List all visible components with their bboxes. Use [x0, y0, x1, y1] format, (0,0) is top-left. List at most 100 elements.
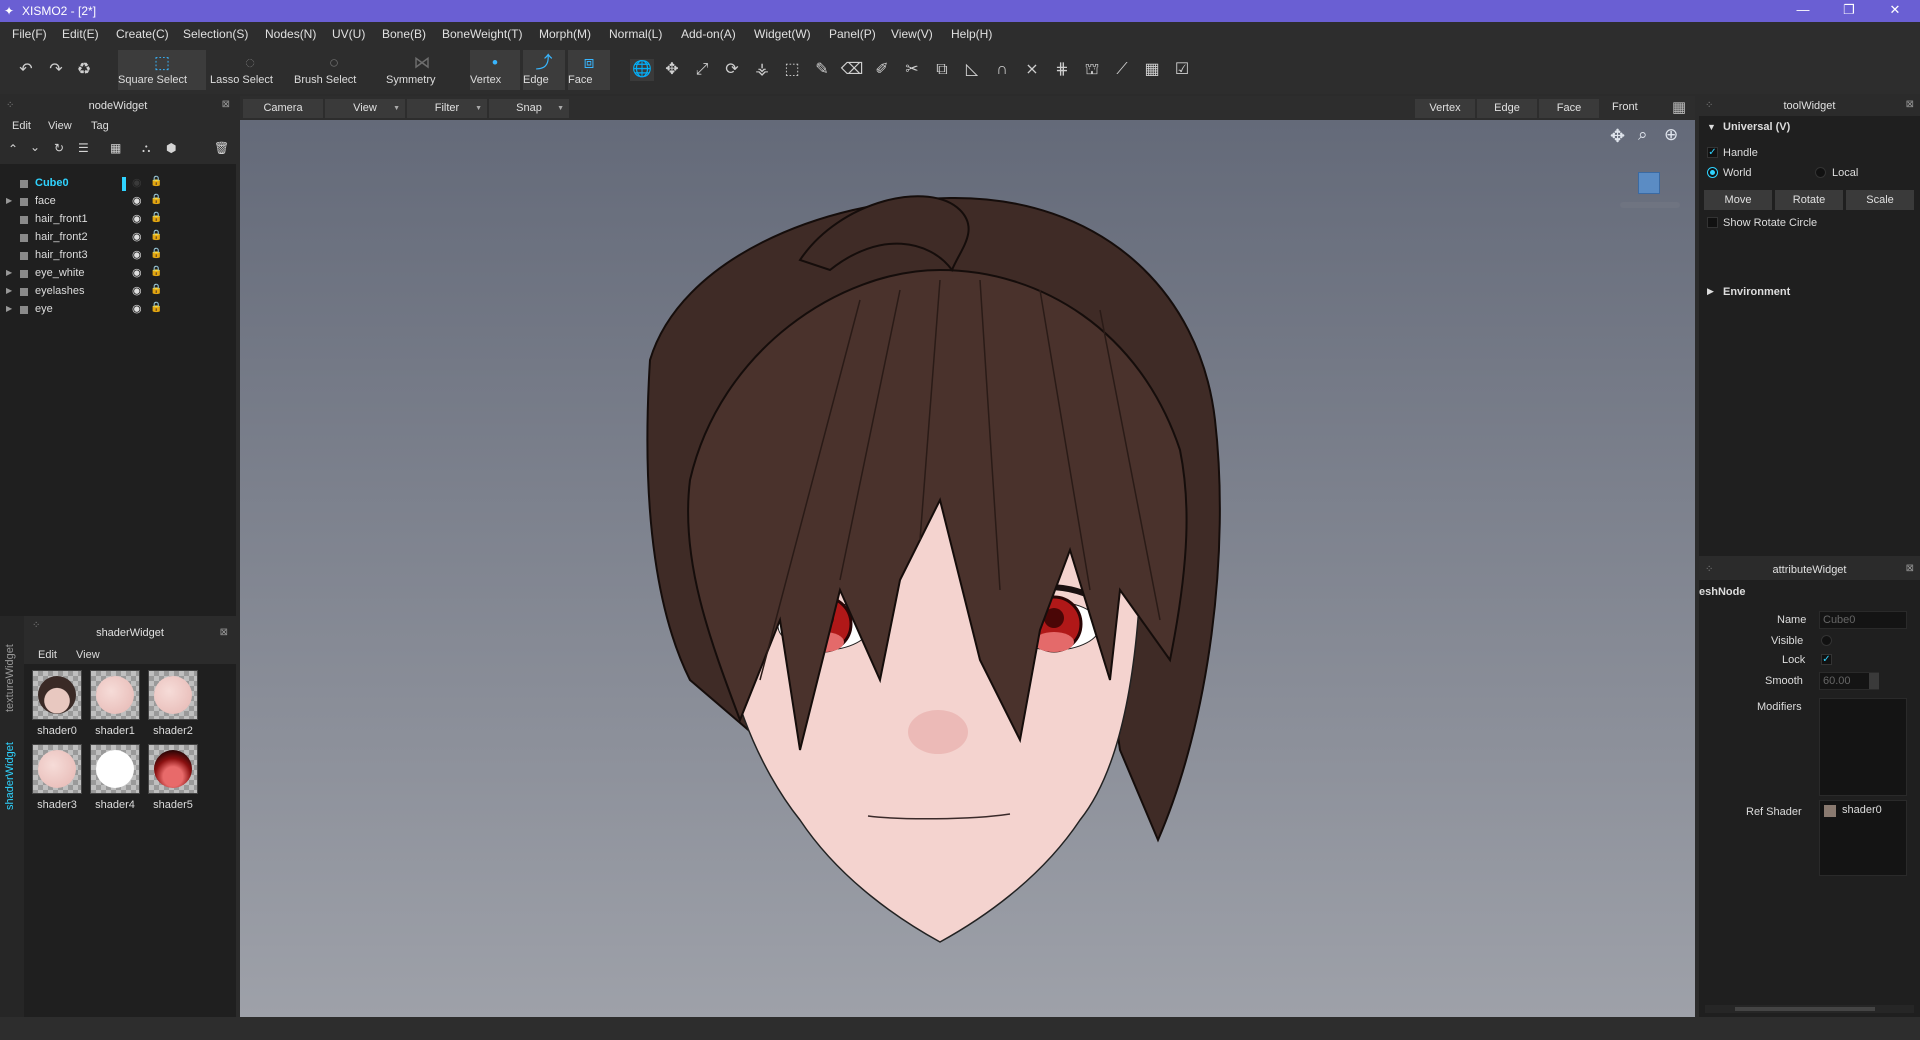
handle-checkbox[interactable]: ✓	[1707, 147, 1718, 158]
menu-selection[interactable]: Selection(S)	[183, 27, 248, 41]
vp-face-button[interactable]: Face	[1539, 99, 1599, 118]
visibility-eye-icon[interactable]: ◉	[132, 194, 142, 207]
menu-file[interactable]: File(F)	[12, 27, 47, 41]
marquee-icon[interactable]: ⬚	[780, 59, 804, 81]
trash-icon[interactable]: 🗑	[214, 141, 229, 155]
knife-cross-icon[interactable]: ✂	[900, 59, 924, 81]
snap-dropdown[interactable]: Snap ▼	[489, 99, 569, 118]
tree-row-eye-white[interactable]: ▶ eye_white ◉ 🔒	[0, 265, 232, 283]
expand-arrow-icon[interactable]: ▶	[6, 304, 12, 313]
horizontal-scrollbar[interactable]	[1705, 1005, 1914, 1013]
shader-menu-edit[interactable]: Edit	[38, 649, 57, 661]
tree-row-eye[interactable]: ▶ eye ◉ 🔒	[0, 301, 232, 319]
lock-icon[interactable]: 🔒	[150, 230, 162, 241]
loop-cut-icon[interactable]: ⋕	[1050, 59, 1074, 81]
expand-arrow-icon[interactable]: ▶	[1707, 286, 1714, 297]
refresh-icon[interactable]: ↻	[54, 141, 64, 155]
vp-edge-button[interactable]: Edge	[1477, 99, 1537, 118]
shader-item[interactable]: shader1	[88, 670, 142, 742]
shader-item[interactable]: shader3	[30, 744, 84, 816]
shader-menu-view[interactable]: View	[76, 649, 100, 661]
pivot-icon[interactable]: ⚶	[750, 59, 774, 81]
duplicate-icon[interactable]: ⧉	[930, 59, 954, 81]
name-field[interactable]: Cube0	[1819, 611, 1907, 629]
menu-addon[interactable]: Add-on(A)	[681, 27, 736, 41]
view-dropdown[interactable]: View ▼	[325, 99, 405, 118]
lock-icon[interactable]: 🔒	[150, 266, 162, 277]
maximize-button[interactable]: ❐	[1826, 0, 1872, 22]
rotate-button[interactable]: Rotate	[1775, 190, 1843, 210]
symmetry-button[interactable]: ⋈ Symmetry	[386, 50, 458, 90]
undo-icon[interactable]: ↶	[14, 59, 38, 81]
visibility-eye-icon[interactable]: ◉	[132, 212, 142, 225]
tree-row-eyelashes[interactable]: ▶ eyelashes ◉ 🔒	[0, 283, 232, 301]
brush-select-button[interactable]: ○ Brush Select	[294, 50, 374, 90]
right-splitter[interactable]	[1695, 96, 1699, 1017]
lock-icon[interactable]: 🔒	[150, 248, 162, 259]
edge-mode-button[interactable]: ⤴ Edge	[523, 50, 565, 90]
menu-help[interactable]: Help(H)	[951, 27, 992, 41]
bag-icon[interactable]: ⛫	[1080, 59, 1104, 81]
camera-button[interactable]: Camera	[243, 99, 323, 118]
menu-uv[interactable]: UV(U)	[332, 27, 365, 41]
menu-normal[interactable]: Normal(L)	[609, 27, 662, 41]
collapse-arrow-icon[interactable]: ▼	[1707, 122, 1716, 132]
visible-checkbox[interactable]	[1821, 635, 1832, 646]
slash-tool-icon[interactable]: ⟋	[1110, 59, 1134, 81]
group-icon[interactable]: ⛬	[142, 141, 150, 156]
cube-icon[interactable]: ⬢	[166, 141, 176, 155]
vp-vertex-button[interactable]: Vertex	[1415, 99, 1475, 118]
visibility-eye-icon[interactable]: ◉	[132, 284, 142, 297]
visibility-eye-icon[interactable]: ◉	[132, 302, 142, 315]
expand-arrow-icon[interactable]: ▶	[6, 286, 12, 295]
tree-row-face[interactable]: ▶ face ◉ 🔒	[0, 193, 232, 211]
tree-row-hair-front1[interactable]: hair_front1 ◉ 🔒	[0, 211, 232, 229]
lock-icon[interactable]: 🔒	[150, 194, 162, 205]
panel-close-icon[interactable]: ⊠	[220, 627, 228, 638]
visibility-eye-icon[interactable]: ◉	[132, 176, 142, 189]
visibility-eye-icon[interactable]: ◉	[132, 248, 142, 261]
vertex-mode-button[interactable]: • Vertex	[470, 50, 520, 90]
scrollbar-thumb[interactable]	[1735, 1007, 1875, 1011]
visibility-eye-icon[interactable]: ◉	[132, 266, 142, 279]
panel-close-icon[interactable]: ⊠	[222, 99, 230, 110]
face-mode-button[interactable]: ⧈ Face	[568, 50, 610, 90]
tree-row-cube0[interactable]: Cube0 ◉ 🔒	[0, 175, 232, 193]
menu-nodes[interactable]: Nodes(N)	[265, 27, 316, 41]
expand-arrow-icon[interactable]: ▶	[6, 196, 12, 205]
visibility-eye-icon[interactable]: ◉	[132, 230, 142, 243]
scale-icon[interactable]: ⤢	[690, 59, 714, 81]
panel-close-icon[interactable]: ⊠	[1906, 99, 1914, 110]
chevron-down-icon[interactable]: ⌄	[30, 140, 40, 154]
show-rotate-circle-checkbox[interactable]	[1707, 217, 1718, 228]
chevron-up-icon[interactable]: ⌃	[8, 142, 18, 156]
marker-icon[interactable]: ✐	[870, 59, 894, 81]
bevel-icon[interactable]: ◺	[960, 59, 984, 81]
universal-section-title[interactable]: Universal (V)	[1723, 121, 1790, 133]
global-space-icon[interactable]: 🌐	[630, 59, 654, 81]
minimize-button[interactable]: —	[1780, 0, 1826, 22]
lock-icon[interactable]: 🔒	[150, 302, 162, 313]
shader-item[interactable]: shader4	[88, 744, 142, 816]
node-menu-view[interactable]: View	[48, 120, 72, 132]
modifiers-list[interactable]	[1819, 698, 1907, 796]
pencil-icon[interactable]: ✎	[810, 59, 834, 81]
tree-row-hair-front3[interactable]: hair_front3 ◉ 🔒	[0, 247, 232, 265]
close-button[interactable]: ✕	[1872, 0, 1918, 22]
shader-item[interactable]: shader2	[146, 670, 200, 742]
square-select-button[interactable]: ⬚ Square Select	[118, 50, 206, 90]
collapse-icon[interactable]: ⨯	[1020, 59, 1044, 81]
world-radio[interactable]	[1707, 167, 1718, 178]
rotate-icon[interactable]: ⟳	[720, 59, 744, 81]
lock-checkbox[interactable]: ✓	[1821, 654, 1832, 665]
lock-icon[interactable]: 🔒	[150, 284, 162, 295]
menu-boneweight[interactable]: BoneWeight(T)	[442, 27, 522, 41]
filter-dropdown[interactable]: Filter ▼	[407, 99, 487, 118]
smooth-spinner[interactable]	[1869, 673, 1879, 689]
menu-morph[interactable]: Morph(M)	[539, 27, 591, 41]
scale-button[interactable]: Scale	[1846, 190, 1914, 210]
redo-icon[interactable]: ↷	[44, 59, 68, 81]
menu-view[interactable]: View(V)	[891, 27, 933, 41]
eraser-icon[interactable]: ⌫	[840, 59, 864, 81]
node-menu-tag[interactable]: Tag	[91, 120, 109, 132]
